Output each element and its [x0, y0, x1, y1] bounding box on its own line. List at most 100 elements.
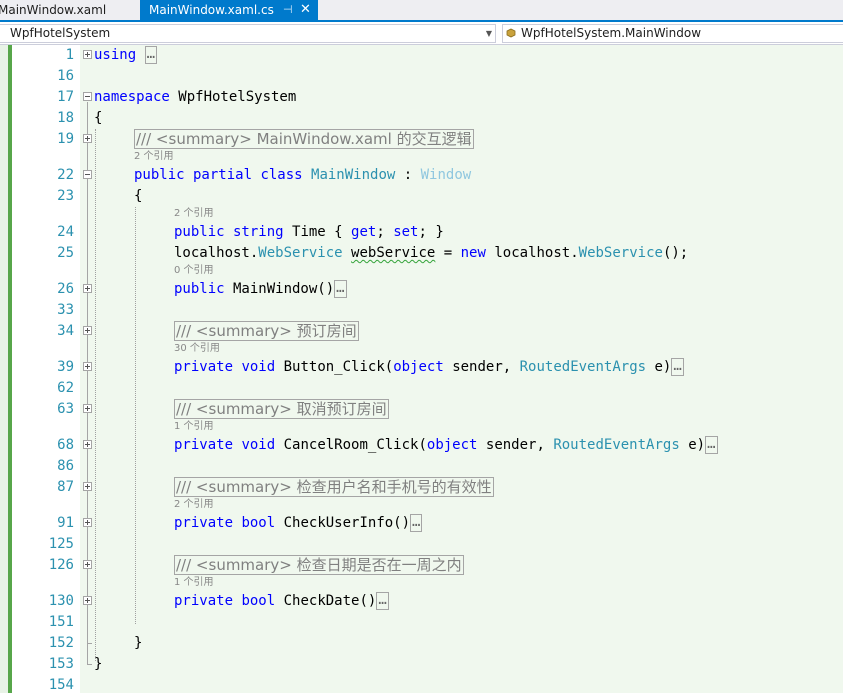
- type-dropdown[interactable]: WpfHotelSystem.MainWindow: [502, 24, 843, 43]
- keyword: private: [174, 359, 234, 375]
- codelens-references[interactable]: 2 个引用: [134, 151, 174, 163]
- keyword: object: [393, 359, 444, 375]
- collapsed-region[interactable]: …: [144, 46, 158, 64]
- expand-icon[interactable]: [83, 560, 92, 569]
- collapsed-region[interactable]: …: [410, 514, 423, 532]
- keyword: private: [174, 515, 234, 531]
- collapsed-region[interactable]: …: [671, 358, 684, 376]
- parameter: sender,: [443, 359, 520, 375]
- keyword: partial: [184, 167, 253, 183]
- expand-icon[interactable]: [83, 362, 92, 371]
- code-line-brace[interactable]: }: [94, 654, 102, 674]
- codelens-references[interactable]: 30 个引用: [174, 343, 220, 355]
- summary-comment[interactable]: /// <summary> 预订房间: [174, 321, 359, 341]
- collapse-icon[interactable]: [83, 92, 92, 101]
- expand-icon[interactable]: [83, 404, 92, 413]
- selection-margin: [0, 45, 8, 693]
- collapse-icon[interactable]: [83, 170, 92, 179]
- line-number: 130: [48, 593, 74, 609]
- expand-icon[interactable]: [83, 482, 92, 491]
- line-number: 39: [57, 359, 74, 375]
- method-name: Button_Click(: [275, 359, 394, 375]
- indent-guide: [135, 207, 136, 624]
- project-dropdown[interactable]: WpfHotelSystem ▼: [0, 24, 496, 43]
- collapsed-region[interactable]: …: [705, 436, 718, 454]
- line-number: 153: [48, 656, 74, 672]
- line-number: 63: [57, 401, 74, 417]
- expand-icon[interactable]: [83, 134, 92, 143]
- line-number: 151: [48, 614, 74, 630]
- tab-label: MainWindow.xaml.cs: [149, 3, 274, 17]
- code-line-cancel-click[interactable]: private void CancelRoom_Click(object sen…: [174, 435, 718, 455]
- keyword: private: [174, 593, 234, 609]
- summary-comment[interactable]: /// <summary> 取消预订房间: [174, 399, 389, 419]
- collapsed-region[interactable]: …: [376, 592, 389, 610]
- parameter: e): [646, 359, 672, 375]
- expand-icon[interactable]: [83, 284, 92, 293]
- line-number: 22: [57, 167, 74, 183]
- keyword: using: [94, 47, 137, 63]
- expand-icon[interactable]: [83, 518, 92, 527]
- code-line-namespace[interactable]: namespace WpfHotelSystem: [94, 87, 296, 107]
- line-number: 1: [65, 47, 74, 63]
- code-line-check-user-info[interactable]: private bool CheckUserInfo()…: [174, 513, 423, 533]
- method-name: CancelRoom_Click(: [275, 437, 427, 453]
- line-number: 23: [57, 188, 74, 204]
- tab-mainwindow-xaml[interactable]: MainWindow.xaml: [0, 0, 134, 20]
- close-icon[interactable]: ✕: [300, 0, 311, 20]
- base-type: Window: [420, 167, 472, 183]
- class-icon: [506, 28, 516, 38]
- type-name: WebService: [578, 245, 663, 261]
- keyword: namespace: [94, 89, 170, 105]
- summary-comment[interactable]: /// <summary> 检查用户名和手机号的有效性: [174, 477, 494, 497]
- line-number: 154: [48, 677, 74, 693]
- codelens-references[interactable]: 2 个引用: [174, 499, 214, 511]
- codelens-references[interactable]: 1 个引用: [174, 577, 214, 589]
- type-name: RoutedEventArgs: [519, 359, 647, 375]
- identifier-warning[interactable]: webService: [351, 245, 435, 261]
- code-line-brace[interactable]: {: [134, 186, 142, 206]
- punctuation: ;: [376, 224, 394, 240]
- code-line-button-click[interactable]: private void Button_Click(object sender,…: [174, 357, 684, 377]
- keyword: private: [174, 437, 234, 453]
- codelens-references[interactable]: 2 个引用: [174, 208, 214, 220]
- code-line-time-property[interactable]: public string Time { get; set; }: [174, 222, 444, 242]
- code-line-webservice[interactable]: localhost.WebService webService = new lo…: [174, 243, 688, 263]
- codelens-references[interactable]: 0 个引用: [174, 265, 214, 277]
- code-line-brace[interactable]: }: [134, 633, 142, 653]
- expand-icon[interactable]: [83, 50, 92, 59]
- keyword: public: [174, 281, 225, 297]
- line-number: 34: [57, 323, 74, 339]
- line-number: 125: [48, 536, 74, 552]
- outline-end-tick: [87, 664, 92, 665]
- outline-line: [87, 102, 88, 664]
- line-number: 126: [48, 557, 74, 573]
- expand-icon[interactable]: [83, 326, 92, 335]
- code-line-check-date[interactable]: private bool CheckDate()…: [174, 591, 389, 611]
- punctuation: ();: [662, 245, 689, 261]
- method-name: CheckDate(): [275, 593, 377, 609]
- collapsed-region[interactable]: …: [334, 280, 347, 298]
- code-line-constructor[interactable]: public MainWindow()…: [174, 279, 347, 299]
- type-name: WpfHotelSystem.MainWindow: [521, 26, 702, 40]
- code-editor[interactable]: 1 16 17 18 19 22 23 24 25 26 33 34 39 62…: [0, 45, 843, 693]
- summary-comment[interactable]: /// <summary> 检查日期是否在一周之内: [174, 555, 464, 575]
- keyword: set: [393, 224, 419, 240]
- code-line-using[interactable]: using …: [94, 45, 158, 65]
- expand-icon[interactable]: [83, 440, 92, 449]
- line-number: 152: [48, 635, 74, 651]
- expand-icon[interactable]: [83, 596, 92, 605]
- tab-mainwindow-xaml-cs[interactable]: MainWindow.xaml.cs ⊣ ✕: [140, 0, 318, 20]
- line-number: 19: [57, 131, 74, 147]
- pin-icon[interactable]: ⊣: [283, 0, 293, 20]
- code-line-brace[interactable]: {: [94, 108, 102, 128]
- summary-comment[interactable]: /// <summary> MainWindow.xaml 的交互逻辑: [134, 129, 474, 149]
- code-line-class[interactable]: public partial class MainWindow : Window: [134, 165, 471, 185]
- line-number: 86: [57, 458, 74, 474]
- chevron-down-icon[interactable]: ▼: [486, 25, 492, 42]
- codelens-references[interactable]: 1 个引用: [174, 421, 214, 433]
- identifier: Time {: [283, 224, 352, 240]
- parameter: sender,: [477, 437, 554, 453]
- navigation-bar: WpfHotelSystem ▼ WpfHotelSystem.MainWind…: [0, 23, 843, 45]
- keyword: bool: [233, 593, 276, 609]
